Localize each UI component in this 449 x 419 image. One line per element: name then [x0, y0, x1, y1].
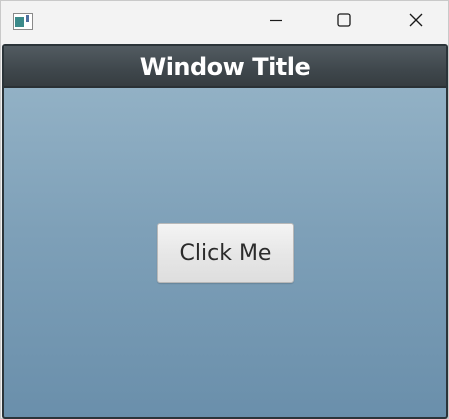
header-bar[interactable]: Window Title	[4, 46, 446, 88]
click-me-button[interactable]: Click Me	[157, 223, 294, 283]
close-button[interactable]	[393, 1, 439, 43]
window-title: Window Title	[139, 53, 311, 81]
minimize-icon	[268, 12, 284, 32]
close-icon	[408, 12, 424, 32]
maximize-icon	[336, 12, 352, 32]
window-app-icon	[13, 13, 33, 30]
application-window: Window Title Click Me	[0, 0, 449, 419]
maximize-button[interactable]	[321, 1, 367, 43]
os-title-bar[interactable]	[1, 1, 448, 43]
minimize-button[interactable]	[253, 1, 299, 43]
content-area: Window Title Click Me	[2, 44, 448, 419]
